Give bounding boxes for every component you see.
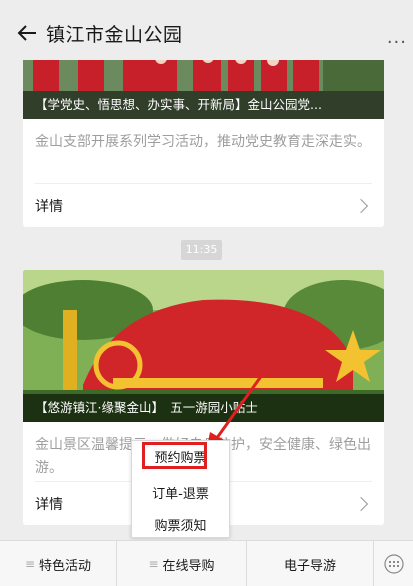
menu-list-icon: ≡ [148, 557, 159, 571]
menu-label: 在线导购 [162, 558, 215, 574]
menu-label: 电子导游 [283, 558, 336, 574]
menu-item-order-refund[interactable]: 订单-退票 [132, 483, 229, 502]
article-summary: 金山支部开展系列学习活动，推动党史教育走深走实。 [35, 134, 371, 150]
chevron-right-icon [353, 496, 369, 511]
detail-label: 详情 [35, 198, 63, 215]
back-arrow-icon[interactable] [16, 22, 38, 44]
page-title: 镇江市金山公园 [46, 24, 183, 46]
message-timestamp: 11:35 [181, 240, 222, 260]
article-title: 【学党史、悟思想、办实事、开新局】金山公园党... [23, 91, 384, 119]
detail-label: 详情 [35, 496, 63, 513]
more-dots-icon[interactable]: ··· [387, 32, 407, 53]
chat-header: 镇江市金山公园 ··· [0, 0, 413, 60]
menu-button-special-events[interactable]: ≡ 特色活动 [0, 541, 116, 586]
article-cover-image: 【学党史、悟思想、办实事、开新局】金山公园党... [23, 60, 384, 119]
menu-button-e-guide[interactable]: 电子导游 [246, 541, 373, 586]
article-card[interactable]: 【学党史、悟思想、办实事、开新局】金山公园党... 金山支部开展系列学习活动，推… [23, 60, 384, 227]
menu-item-ticket-notice[interactable]: 购票须知 [132, 515, 229, 534]
menu-label: 特色活动 [39, 558, 92, 574]
chevron-right-icon [353, 198, 369, 213]
menu-list-icon: ≡ [24, 557, 36, 571]
menu-button-online-shopping[interactable]: ≡ 在线导购 [116, 541, 246, 586]
keyboard-icon[interactable] [373, 541, 413, 586]
bottom-menu: ≡ 特色活动 ≡ 在线导购 电子导游 [0, 540, 413, 586]
highlight-box [142, 442, 207, 469]
article-detail-link[interactable]: 详情 [35, 183, 372, 227]
